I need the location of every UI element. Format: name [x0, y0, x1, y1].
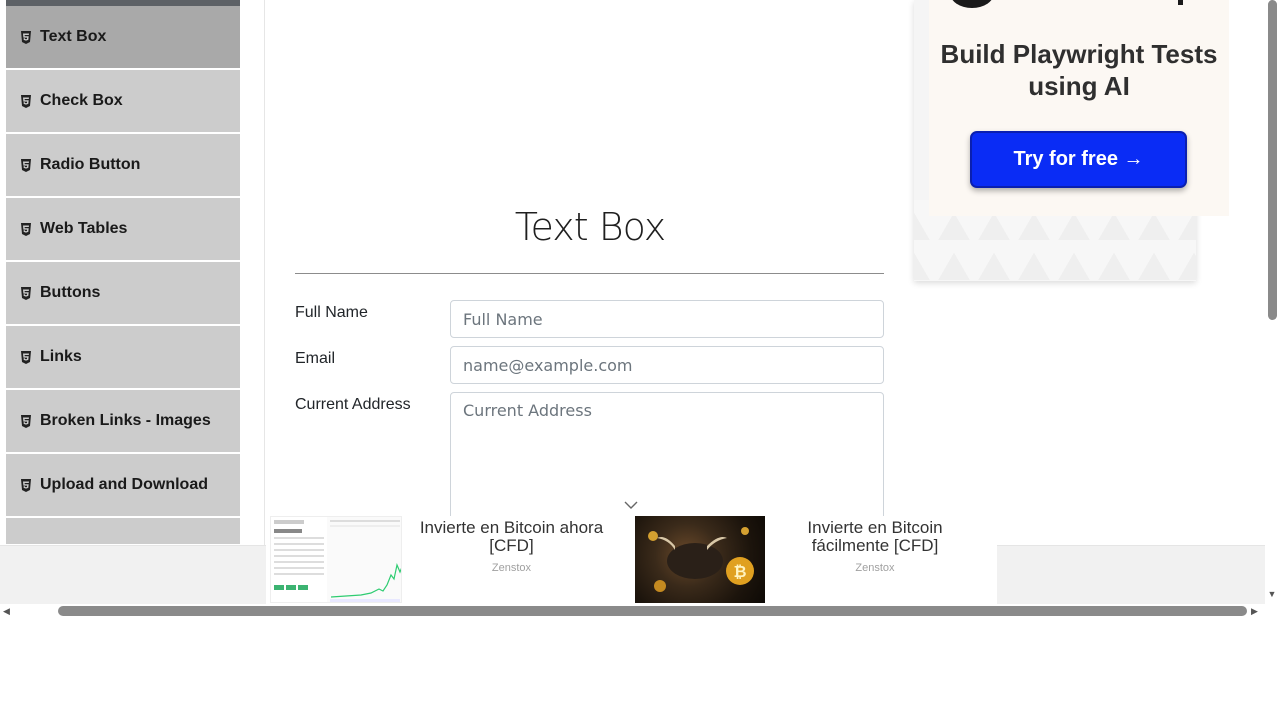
html5-icon [20, 414, 32, 428]
sidebar-item-label: Text Box [40, 28, 107, 45]
sidebar-item-check-box[interactable]: Check Box [6, 70, 240, 133]
html5-icon [20, 158, 32, 172]
ad-headline: Build Playwright Tests using AI [940, 39, 1218, 101]
sidebar-item-label: Upload and Download [40, 476, 208, 493]
sidebar-item-upload-download[interactable]: Upload and Download [6, 454, 240, 517]
bottom-ad-source-2: Zenstox [855, 562, 895, 574]
sidebar-item-label: Check Box [40, 92, 123, 109]
sidebar-item-label: Buttons [40, 284, 101, 301]
html5-icon [20, 222, 32, 236]
ad-thumbnail-chart[interactable] [270, 516, 402, 603]
page-title: Text Box [514, 205, 666, 249]
bottom-ad-title-1[interactable]: Invierte en Bitcoin ahora [CFD] [410, 519, 613, 555]
sidebar-item-label: Broken Links - Images [40, 412, 211, 429]
chevron-down-icon[interactable] [624, 500, 638, 510]
scroll-right-arrow-icon[interactable]: ▶ [1251, 604, 1261, 618]
ad-thumbnail-bull-bitcoin[interactable]: ₿ [635, 516, 765, 603]
ad-logo-mark-icon [1178, 0, 1183, 5]
sidebar-item-partial[interactable] [6, 518, 240, 545]
sidebar-item-buttons[interactable]: Buttons [6, 262, 240, 325]
email-label: Email [295, 350, 336, 367]
scroll-down-arrow-icon[interactable]: ▼ [1266, 588, 1278, 600]
full-name-input[interactable] [450, 300, 884, 338]
page: Text Box Check Box Radio Button Web Tabl… [0, 0, 1280, 720]
sidebar-item-broken-links[interactable]: Broken Links - Images [6, 390, 240, 453]
email-input[interactable] [450, 346, 884, 384]
sidebar-item-radio-button[interactable]: Radio Button [6, 134, 240, 197]
scroll-left-arrow-icon[interactable]: ◀ [3, 604, 13, 618]
vertical-scrollbar-thumb[interactable] [1268, 0, 1277, 320]
sidebar-item-links[interactable]: Links [6, 326, 240, 389]
html5-icon [20, 30, 32, 44]
bottom-ad-source-1: Zenstox [491, 562, 532, 574]
try-for-free-button[interactable]: Try for free → [970, 131, 1187, 188]
sidebar-item-text-box[interactable]: Text Box [6, 6, 240, 69]
html5-icon [20, 350, 32, 364]
current-address-textarea[interactable] [450, 392, 884, 522]
html5-icon [20, 478, 32, 492]
sidebar-item-label: Radio Button [40, 156, 141, 173]
divider [295, 273, 884, 274]
horizontal-scrollbar-thumb[interactable] [58, 606, 1247, 616]
full-name-label: Full Name [295, 304, 368, 321]
html5-icon [20, 286, 32, 300]
bottom-ad-title-2[interactable]: Invierte en Bitcoin fácilmente [CFD] [775, 519, 975, 555]
svg-text:₿: ₿ [733, 562, 746, 581]
sidebar-item-web-tables[interactable]: Web Tables [6, 198, 240, 261]
sidebar-item-label: Links [40, 348, 82, 365]
html5-icon [20, 94, 32, 108]
sidebar-item-label: Web Tables [40, 220, 128, 237]
current-address-label: Current Address [295, 396, 411, 413]
